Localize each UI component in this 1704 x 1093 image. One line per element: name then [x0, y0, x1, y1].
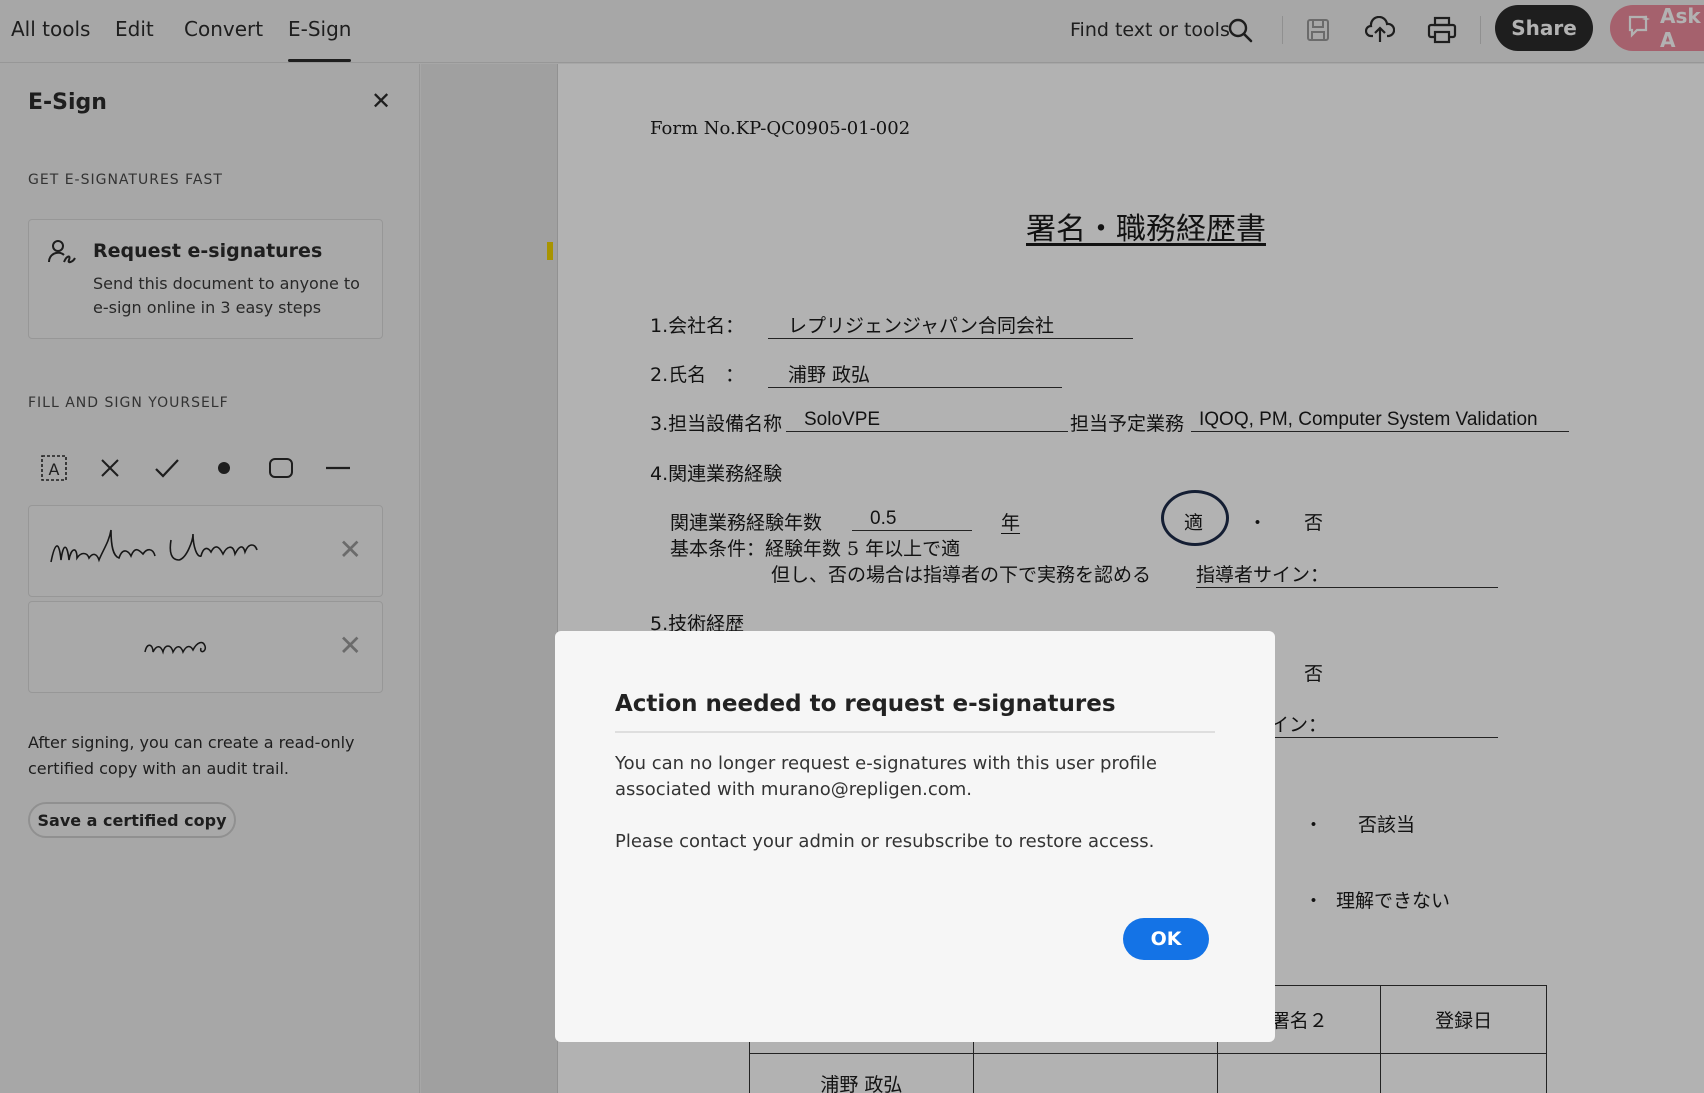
dialog-title: Action needed to request e-signatures — [615, 691, 1116, 717]
ok-button[interactable]: OK — [1123, 918, 1209, 960]
dialog-message: You can no longer request e-signatures w… — [615, 753, 1157, 800]
dialog-instruction: Please contact your admin or resubscribe… — [615, 831, 1155, 852]
esign-action-dialog: Action needed to request e-signatures Yo… — [555, 631, 1275, 1042]
dialog-divider — [615, 731, 1215, 733]
